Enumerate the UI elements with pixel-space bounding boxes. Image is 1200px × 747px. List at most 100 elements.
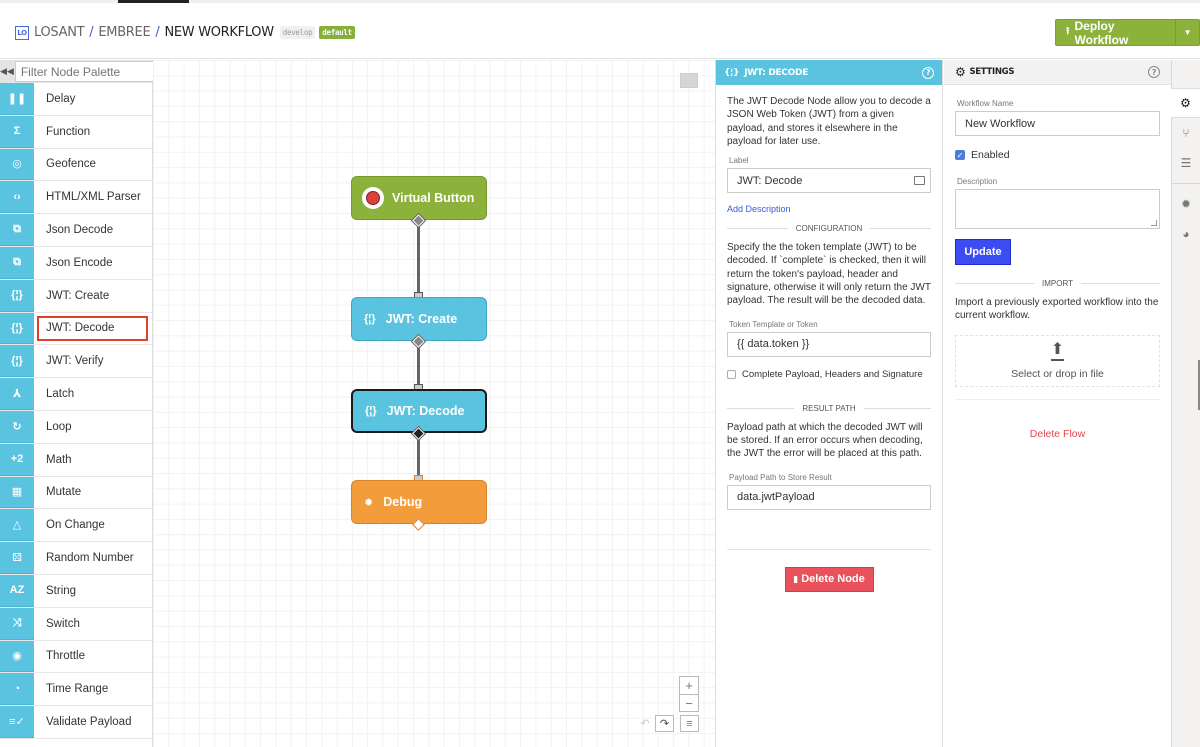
node-jwt-decode[interactable]: {¦} JWT: Decode xyxy=(351,389,487,433)
tab-globals[interactable]: ◕ xyxy=(1172,219,1200,249)
breadcrumb-app[interactable]: EMBREE xyxy=(98,25,150,40)
settings-panel: ⚙ SETTINGS ? Workflow Name New Workflow … xyxy=(944,60,1171,747)
latch-icon: ⅄ xyxy=(0,378,34,410)
divider xyxy=(727,548,931,550)
undo-button[interactable]: ↶ xyxy=(636,716,654,731)
palette-item-loop[interactable]: ↻ Loop xyxy=(0,410,152,444)
default-tag: default xyxy=(319,26,355,39)
tab-storage[interactable]: ☰ xyxy=(1172,148,1200,178)
node-palette: ◀◀ ❚❚ Delay Σ Function ◎ Geofence ‹› HTML/XML P… xyxy=(0,60,182,747)
palette-item-time-range[interactable]: ◔ Time Range xyxy=(0,673,152,707)
zoom-in-button[interactable]: + xyxy=(680,677,698,694)
az-icon: AZ xyxy=(0,574,34,607)
palette-item-string[interactable]: AZ String xyxy=(0,574,152,608)
losant-logo-icon[interactable]: LO xyxy=(15,25,29,40)
palette-item-html-xml-parser[interactable]: ‹› HTML/XML Parser xyxy=(0,181,152,215)
node-label: Debug xyxy=(383,495,423,509)
wire-virtualbutton-to-jwtcreate[interactable] xyxy=(417,220,420,298)
drop-zone-label: Select or drop in file xyxy=(1011,367,1104,380)
palette-item-switch[interactable]: ⤨ Switch xyxy=(0,607,152,641)
collapse-palette-button[interactable]: ◀◀ xyxy=(0,60,14,83)
wire-jwtcreate-to-jwtdecode[interactable] xyxy=(417,341,420,390)
palette-item-mutate[interactable]: ▦ Mutate xyxy=(0,476,152,510)
caret-down-icon: ▼ xyxy=(1183,28,1192,37)
help-icon[interactable]: ? xyxy=(1148,66,1160,78)
checkbox-unchecked[interactable] xyxy=(727,369,736,379)
palette-item-throttle[interactable]: ◉ Throttle xyxy=(0,640,152,674)
breadcrumb-separator: / xyxy=(155,25,160,40)
node-debug[interactable]: ✹ Debug xyxy=(351,480,487,524)
palette-item-validate-payload[interactable]: ≡✓ Validate Payload xyxy=(0,706,152,739)
node-description-text: The JWT Decode Node allow you to decode … xyxy=(727,96,931,147)
zoom-controls: + − xyxy=(679,676,699,712)
palette-item-json-decode[interactable]: ⧉ Json Decode xyxy=(0,214,152,247)
palette-item-label: On Change xyxy=(46,519,105,532)
palette-item-latch[interactable]: ⅄ Latch xyxy=(0,378,152,411)
palette-item-label: JWT: Verify xyxy=(46,355,104,368)
redo-button[interactable]: ↷ xyxy=(655,715,674,732)
palette-list: ❚❚ Delay Σ Function ◎ Geofence ‹› HTML/XML Pars… xyxy=(0,83,152,739)
breadcrumb-org[interactable]: LOSANT xyxy=(34,25,85,40)
deploy-dropdown-toggle[interactable]: ▼ xyxy=(1176,20,1199,45)
palette-item-label: Random Number xyxy=(46,552,134,565)
result-path-heading: RESULT PATH xyxy=(802,403,856,413)
palette-item-random-number[interactable]: ⚄ Random Number xyxy=(0,542,152,575)
help-icon[interactable]: ? xyxy=(922,66,934,79)
enabled-label: Enabled xyxy=(971,149,1010,161)
workflow-name-value: New Workflow xyxy=(965,117,1036,130)
result-path-divider: RESULT PATH xyxy=(727,404,931,413)
workflow-canvas[interactable]: Virtual Button {¦} JWT: Create {¦} JWT: … xyxy=(153,60,715,747)
workflow-name-input[interactable]: New Workflow xyxy=(955,111,1160,136)
jwt-decode-icon: {¦} xyxy=(365,405,377,417)
token-template-input[interactable]: {{ data.token }} xyxy=(727,331,931,357)
loop-icon: ↻ xyxy=(0,410,34,443)
right-tab-rail: ⚙ ⑂ ☰ ✹ ◕ xyxy=(1171,60,1200,747)
palette-item-on-change[interactable]: △ On Change xyxy=(0,509,152,543)
node-virtual-button[interactable]: Virtual Button xyxy=(351,176,487,220)
palette-item-delay[interactable]: ❚❚ Delay xyxy=(0,83,152,116)
palette-item-json-encode[interactable]: ⧉ Json Encode xyxy=(0,246,152,280)
palette-item-label: Mutate xyxy=(46,486,82,499)
tab-versions[interactable]: ⑂ xyxy=(1172,118,1200,148)
configuration-heading: CONFIGURATION xyxy=(795,224,863,234)
result-path-value: data.jwtPayload xyxy=(737,491,815,504)
add-description-link[interactable]: Add Description xyxy=(727,204,931,214)
id-card-icon[interactable] xyxy=(914,176,925,186)
version-tag[interactable]: develop xyxy=(279,26,316,39)
node-jwt-create[interactable]: {¦} JWT: Create xyxy=(351,297,487,341)
checkbox-checked-icon[interactable]: ✓ xyxy=(955,150,965,160)
palette-item-jwt-decode[interactable]: {¦} JWT: Decode xyxy=(0,312,152,346)
palette-item-function[interactable]: Σ Function xyxy=(0,115,152,149)
palette-item-geofence[interactable]: ◎ Geofence xyxy=(0,148,152,182)
palette-item-label: JWT: Decode xyxy=(36,315,149,343)
deploy-workflow-button[interactable]: ⭱ Deploy Workflow xyxy=(1056,19,1177,47)
zoom-out-button[interactable]: − xyxy=(680,694,698,711)
complete-payload-checkbox[interactable]: Complete Payload, Headers and Signature xyxy=(727,369,931,380)
wire-jwtdecode-to-debug[interactable] xyxy=(417,433,420,481)
file-drop-zone[interactable]: ⬆ Select or drop in file xyxy=(955,334,1160,387)
label-input[interactable]: JWT: Decode xyxy=(727,168,931,194)
delete-flow-link[interactable]: Delete Flow xyxy=(955,428,1160,440)
palette-item-jwt-create[interactable]: {¦} JWT: Create xyxy=(0,279,152,313)
enabled-checkbox[interactable]: ✓ Enabled xyxy=(955,149,1160,161)
result-path-input[interactable]: data.jwtPayload xyxy=(727,484,931,510)
canvas-menu-button[interactable]: ≡ xyxy=(680,715,699,732)
label-field-label: Label xyxy=(729,156,749,166)
virtual-button-press-icon[interactable] xyxy=(362,187,384,209)
palette-item-jwt-verify[interactable]: {¦} JWT: Verify xyxy=(0,345,152,379)
palette-item-label: HTML/XML Parser xyxy=(46,191,141,204)
jwt-create-icon: {¦} xyxy=(364,313,376,325)
update-button[interactable]: Update xyxy=(955,239,1011,265)
palette-item-label: Loop xyxy=(46,420,72,433)
palette-item-math[interactable]: +2 Math xyxy=(0,443,152,477)
node-config-panel: {¦} JWT: DECODE ? The JWT Decode Node al… xyxy=(715,60,943,747)
tab-debug[interactable]: ✹ xyxy=(1172,189,1200,219)
dice-icon: ⚄ xyxy=(0,542,34,574)
delete-node-button[interactable]: ▮ Delete Node xyxy=(784,566,874,592)
canvas-minimap-toggle[interactable] xyxy=(680,73,698,88)
node-label: JWT: Decode xyxy=(386,404,465,418)
palette-item-label: Json Decode xyxy=(46,224,114,237)
math-icon: +2 xyxy=(0,443,34,476)
description-textarea[interactable] xyxy=(955,189,1160,229)
tab-settings[interactable]: ⚙ xyxy=(1171,88,1200,118)
